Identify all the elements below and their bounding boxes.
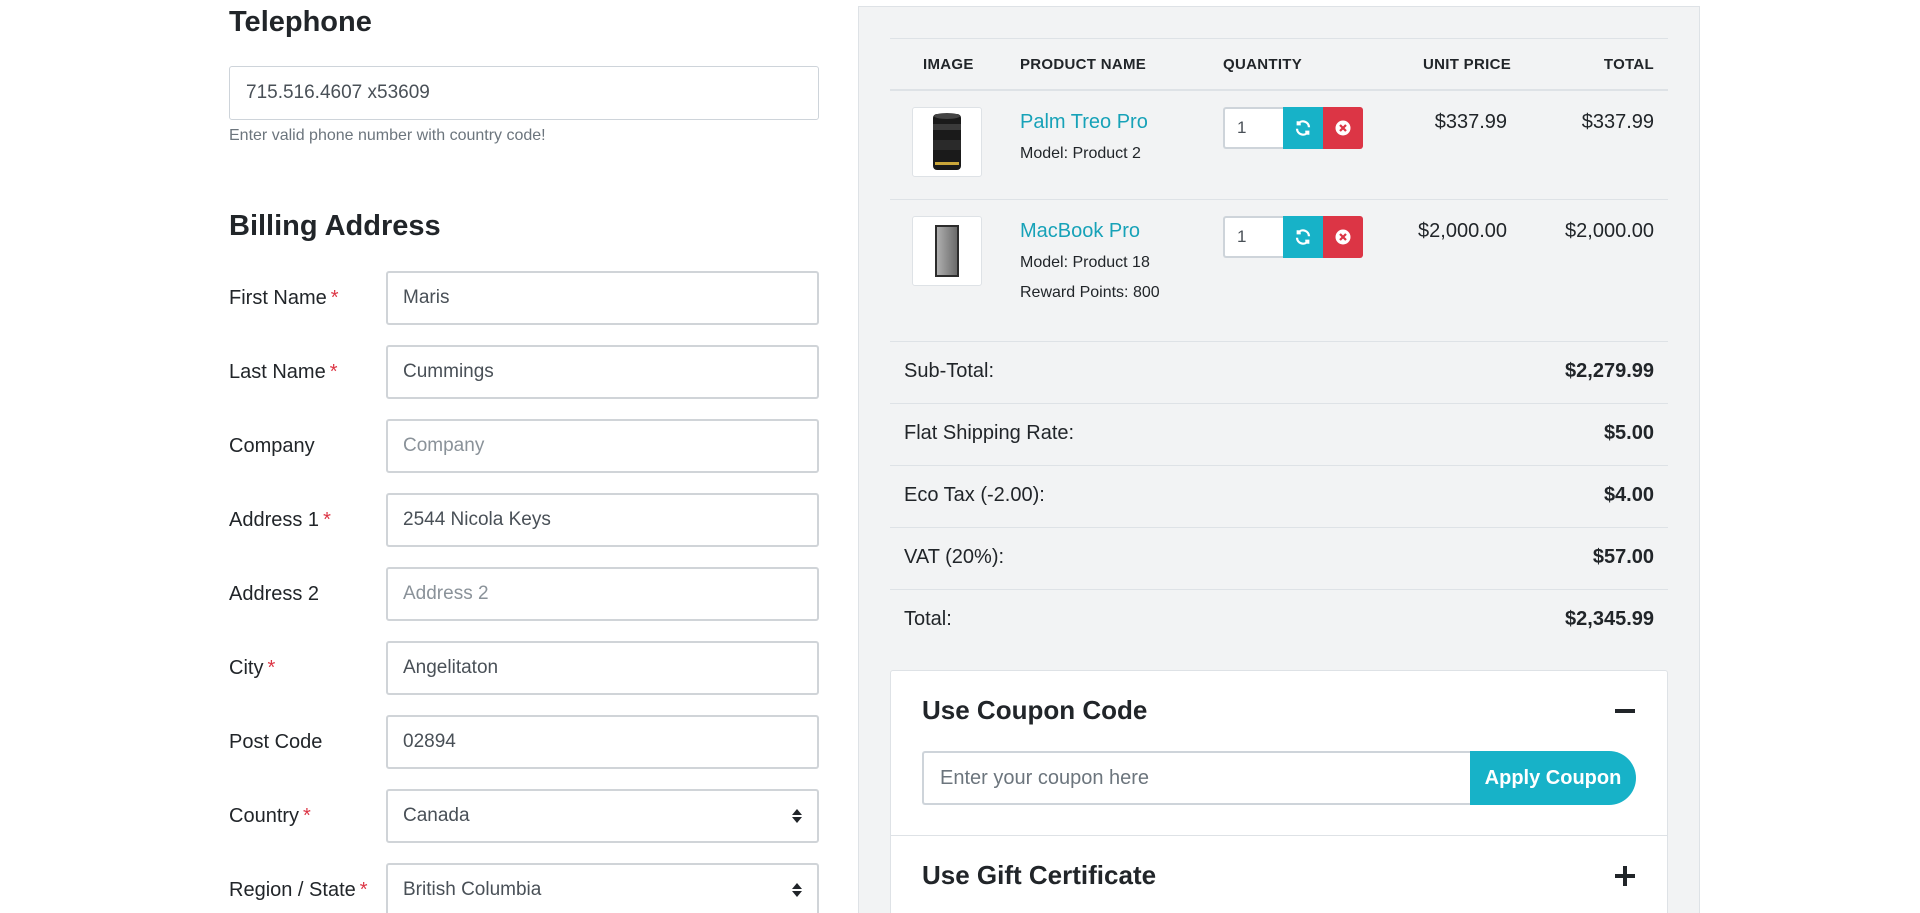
col-image: IMAGE — [923, 56, 974, 73]
subtotal-row: Sub-Total: $2,279.99 — [890, 342, 1668, 404]
last-name-row: Last Name * — [229, 345, 819, 399]
vat-value: $57.00 — [1592, 546, 1654, 568]
product-name-link[interactable]: MacBook Pro — [1020, 220, 1140, 243]
post-code-row: Post Code — [229, 715, 819, 769]
shipping-value: $5.00 — [1603, 422, 1654, 444]
col-total: TOTAL — [1603, 56, 1654, 73]
line-total: $2,000.00 — [1565, 220, 1654, 242]
required-marker: * — [303, 805, 311, 827]
company-row: Company — [229, 419, 819, 473]
required-marker: * — [323, 509, 331, 531]
total-row: Total: $2,345.99 — [890, 590, 1668, 652]
vat-row: VAT (20%): $57.00 — [890, 528, 1668, 590]
first-name-row: First Name * — [229, 271, 819, 325]
eco-tax-row: Eco Tax (-2.00): $4.00 — [890, 466, 1668, 528]
coupon-input[interactable] — [922, 751, 1470, 805]
address-2-row: Address 2 — [229, 567, 819, 621]
product-model: Model: Product 2 — [1020, 145, 1141, 162]
line-total: $337.99 — [1581, 111, 1654, 133]
plus-icon[interactable] — [1613, 864, 1637, 888]
city-label: City * — [229, 657, 276, 679]
quantity-control: 1 — [1223, 107, 1363, 149]
address-1-label: Address 1 * — [229, 509, 331, 531]
refresh-icon[interactable] — [1283, 216, 1323, 258]
product-name-link[interactable]: Palm Treo Pro — [1020, 111, 1148, 134]
post-code-field[interactable] — [386, 715, 819, 769]
gift-certificate-title: Use Gift Certificate — [922, 860, 1157, 890]
company-label: Company — [229, 435, 315, 457]
col-product-name: PRODUCT NAME — [1020, 56, 1147, 73]
last-name-label: Last Name * — [229, 361, 338, 383]
camera-lens-icon[interactable] — [912, 107, 982, 177]
quantity-input[interactable]: 1 — [1223, 107, 1283, 149]
order-summary-panel: IMAGE PRODUCT NAME QUANTITY UNIT PRICE T… — [858, 6, 1700, 913]
refresh-icon[interactable] — [1283, 107, 1323, 149]
col-unit-price: UNIT PRICE — [1423, 56, 1512, 73]
total-label: Total: — [904, 608, 952, 630]
address-2-field[interactable] — [386, 567, 819, 621]
eco-tax-value: $4.00 — [1603, 484, 1654, 506]
telephone-help-text: Enter valid phone number with country co… — [229, 127, 546, 144]
region-select[interactable]: British Columbia — [386, 863, 819, 913]
billing-address-heading: Billing Address — [229, 210, 441, 242]
remove-icon[interactable] — [1323, 216, 1363, 258]
address-1-field[interactable] — [386, 493, 819, 547]
country-row: Country * Canada — [229, 789, 819, 843]
last-name-field[interactable] — [386, 345, 819, 399]
coupon-accordion-header[interactable]: Use Coupon Code — [891, 671, 1667, 751]
subtotal-label: Sub-Total: — [904, 360, 995, 382]
required-marker: * — [329, 361, 338, 383]
required-marker: * — [330, 287, 339, 309]
first-name-field[interactable] — [386, 271, 819, 325]
quantity-input[interactable]: 1 — [1223, 216, 1283, 258]
eco-tax-label: Eco Tax (-2.00): — [904, 484, 1045, 506]
city-field[interactable] — [386, 641, 819, 695]
region-label: Region / State * — [229, 879, 368, 901]
region-selected-value: British Columbia — [403, 879, 542, 900]
unit-price: $337.99 — [1434, 111, 1507, 133]
coupon-body: Apply Coupon — [891, 751, 1667, 836]
telephone-heading: Telephone — [229, 6, 372, 38]
subtotal-value: $2,279.99 — [1565, 360, 1654, 382]
reward-points: Reward Points: 800 — [1020, 284, 1160, 301]
apply-coupon-button[interactable]: Apply Coupon — [1470, 751, 1636, 805]
minus-icon[interactable] — [1613, 699, 1637, 723]
product-model: Model: Product 18 — [1020, 254, 1150, 271]
vat-label: VAT (20%): — [904, 546, 1005, 568]
post-code-label: Post Code — [229, 731, 323, 753]
address-1-row: Address 1 * — [229, 493, 819, 547]
select-arrows-icon — [792, 883, 802, 897]
telephone-input[interactable]: 715.516.4607 x53609 — [229, 66, 819, 120]
cart-row: Palm Treo Pro Model: Product 2 1 $337.99… — [890, 91, 1668, 200]
cart-table: IMAGE PRODUCT NAME QUANTITY UNIT PRICE T… — [890, 38, 1668, 652]
gift-certificate-accordion-header[interactable]: Use Gift Certificate — [891, 836, 1667, 913]
required-marker: * — [267, 657, 276, 679]
address-2-label: Address 2 — [229, 583, 320, 605]
shipping-label: Flat Shipping Rate: — [904, 422, 1075, 444]
cart-row: MacBook Pro Model: Product 18 Reward Poi… — [890, 200, 1668, 342]
total-value: $2,345.99 — [1565, 608, 1654, 630]
first-name-label: First Name * — [229, 287, 339, 309]
cart-table-header: IMAGE PRODUCT NAME QUANTITY UNIT PRICE T… — [890, 38, 1668, 91]
quantity-control: 1 — [1223, 216, 1363, 258]
shipping-row: Flat Shipping Rate: $5.00 — [890, 404, 1668, 466]
select-arrows-icon — [792, 809, 802, 823]
unit-price: $2,000.00 — [1418, 220, 1507, 242]
company-field[interactable] — [386, 419, 819, 473]
remove-icon[interactable] — [1323, 107, 1363, 149]
required-marker: * — [359, 879, 368, 901]
country-selected-value: Canada — [403, 805, 470, 826]
discount-accordion: Use Coupon Code Apply Coupon Use Gift Ce… — [890, 670, 1668, 913]
col-quantity: QUANTITY — [1223, 56, 1303, 73]
region-row: Region / State * British Columbia — [229, 863, 819, 913]
country-label: Country * — [229, 805, 311, 827]
laptop-icon[interactable] — [912, 216, 982, 286]
city-row: City * — [229, 641, 819, 695]
country-select[interactable]: Canada — [386, 789, 819, 843]
coupon-title: Use Coupon Code — [922, 695, 1148, 725]
